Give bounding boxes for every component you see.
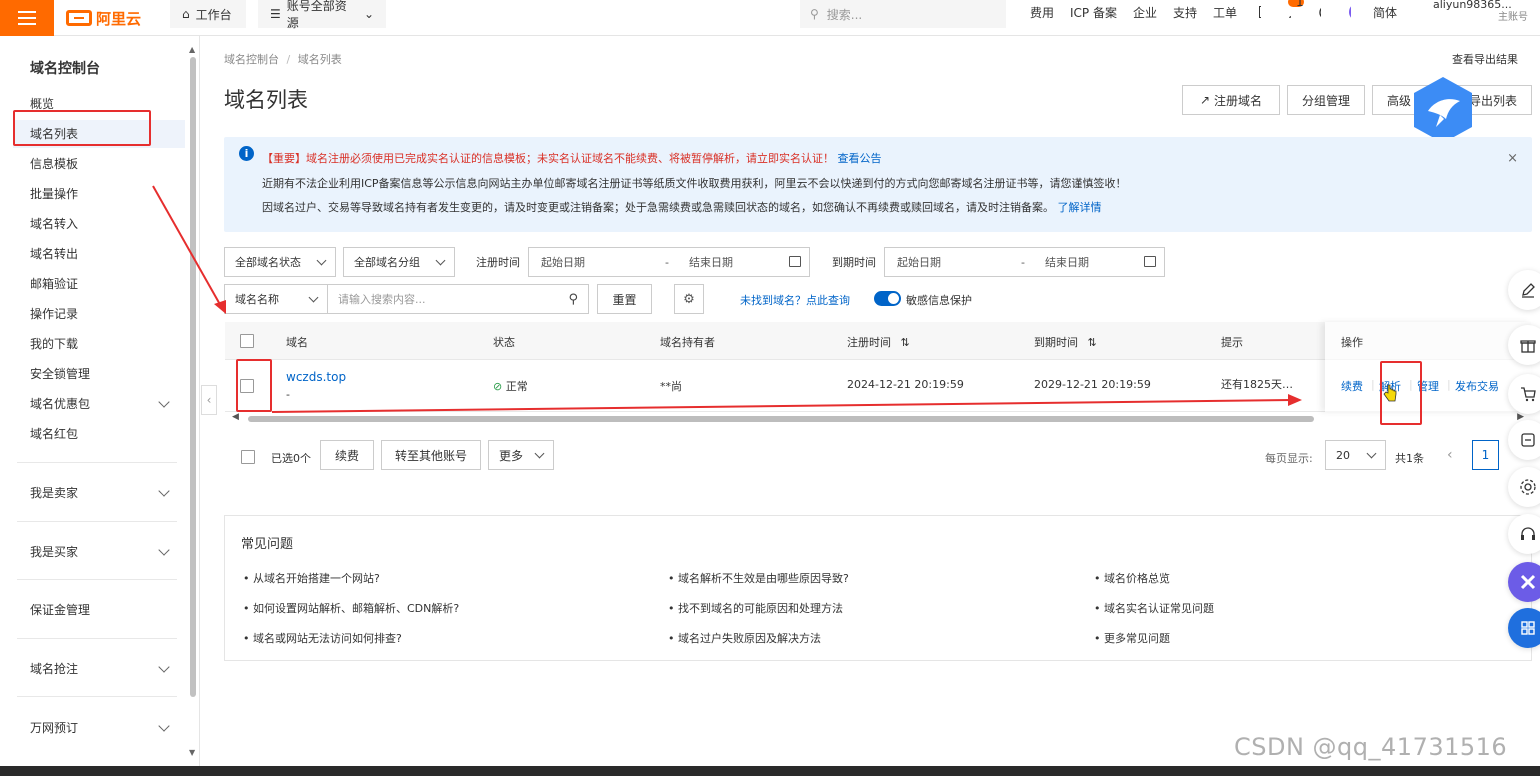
annotation-arrows bbox=[152, 185, 1302, 413]
taskbar bbox=[0, 766, 1540, 776]
watermark: CSDN @qq_41731516 bbox=[1234, 733, 1508, 761]
